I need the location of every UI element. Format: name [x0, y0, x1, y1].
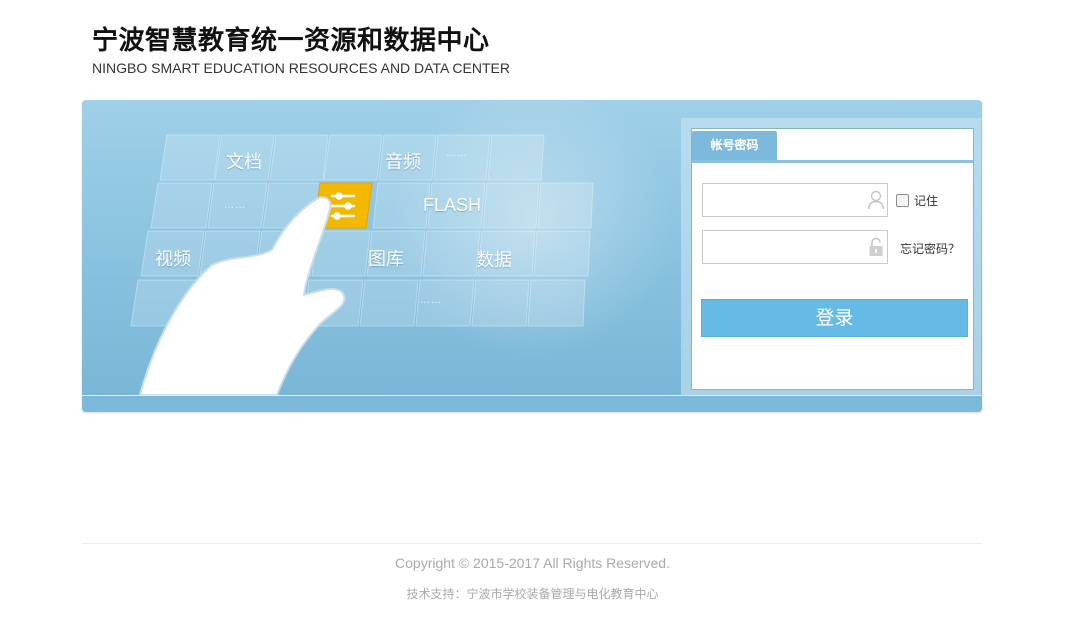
login-tab-bar: 帐号密码 [692, 129, 973, 163]
tab-account-password[interactable]: 帐号密码 [692, 131, 777, 160]
remember-checkbox[interactable] [896, 194, 909, 207]
login-form: 帐号密码 记住 忘记密码？ 登录 [691, 128, 974, 390]
tile-dots: …… [420, 295, 442, 306]
page-title: 宁波智慧教育统一资源和数据中心 [92, 26, 490, 56]
lock-icon [869, 237, 883, 256]
password-field[interactable] [702, 230, 888, 264]
username-field[interactable] [702, 183, 888, 217]
tile-label-gallery: 图库 [368, 249, 404, 270]
page-subtitle: NINGBO SMART EDUCATION RESOURCES AND DAT… [92, 60, 510, 76]
tile-label-documents: 文档 [226, 152, 262, 173]
remember-label: 记住 [914, 194, 939, 208]
footer-copyright: Copyright © 2015-2017 All Rights Reserve… [395, 555, 670, 571]
login-button[interactable]: 登录 [701, 299, 968, 337]
user-icon [867, 190, 885, 210]
tile-dots: …… [224, 200, 246, 211]
tile-label-audio: 音频 [385, 152, 421, 173]
username-input[interactable] [703, 184, 865, 214]
footer-divider [82, 543, 982, 544]
tile-label-data: 数据 [476, 250, 512, 271]
tile-label-video: 视频 [155, 249, 191, 270]
tile-label-flash: FLASH [423, 195, 482, 215]
remember-me[interactable]: 记住 [896, 192, 938, 209]
password-input[interactable] [703, 231, 865, 261]
tile-dots: …… [446, 148, 468, 159]
banner-bottom-strip [82, 395, 982, 412]
forgot-password-link[interactable]: 忘记密码？ [900, 240, 960, 257]
footer-support: 技术支持：宁波市学校装备管理与电化教育中心 [406, 587, 659, 601]
